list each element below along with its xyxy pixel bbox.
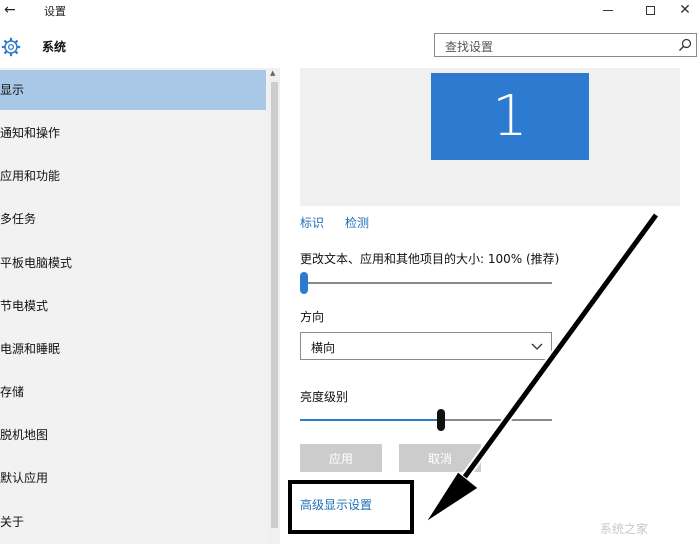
- apply-button[interactable]: 应用: [300, 444, 382, 472]
- sidebar-item-tablet-mode[interactable]: 平板电脑模式: [0, 243, 266, 283]
- close-icon: ✕: [679, 2, 691, 18]
- sidebar-item-multitasking[interactable]: 多任务: [0, 199, 266, 239]
- scale-slider-track[interactable]: [300, 282, 552, 284]
- search-icon[interactable]: [678, 38, 692, 52]
- cancel-button[interactable]: 取消: [399, 444, 481, 472]
- scroll-up-icon[interactable]: ▲: [270, 69, 275, 77]
- sidebar: 显示 通知和操作 应用和功能 多任务 平板电脑模式 节电模式 电源和睡眠 存储 …: [0, 68, 268, 544]
- search-input[interactable]: 查找设置: [434, 33, 697, 57]
- detect-link[interactable]: 检测: [345, 214, 369, 231]
- minimize-icon: [603, 9, 613, 11]
- page-title: 系统: [42, 40, 67, 54]
- title-bar: ← 设置 ✕: [0, 0, 700, 22]
- brightness-label: 亮度级别: [300, 390, 349, 404]
- brightness-slider-thumb[interactable]: [436, 409, 445, 431]
- sidebar-item-default-apps[interactable]: 默认应用: [0, 458, 266, 498]
- sidebar-item-offline-maps[interactable]: 脱机地图: [0, 415, 266, 455]
- sidebar-item-about[interactable]: 关于: [0, 502, 266, 542]
- gear-icon: [1, 37, 21, 57]
- brightness-slider-fill: [300, 419, 439, 421]
- orientation-select[interactable]: 横向: [300, 332, 552, 360]
- sidebar-item-power-sleep[interactable]: 电源和睡眠: [0, 329, 266, 369]
- sidebar-item-notifications[interactable]: 通知和操作: [0, 113, 266, 153]
- settings-header: 系统 查找设置: [0, 22, 700, 68]
- sidebar-scrollbar[interactable]: ▲: [268, 68, 280, 544]
- sidebar-item-display[interactable]: 显示: [0, 70, 266, 110]
- window-title: 设置: [44, 5, 66, 18]
- close-button[interactable]: ✕: [665, 0, 700, 20]
- identify-link[interactable]: 标识: [300, 214, 324, 231]
- sidebar-item-apps[interactable]: 应用和功能: [0, 156, 266, 196]
- advanced-display-settings-link[interactable]: 高级显示设置: [300, 496, 372, 513]
- minimize-button[interactable]: [588, 0, 628, 20]
- monitor-arrangement: 1: [300, 68, 680, 206]
- scale-slider-thumb[interactable]: [300, 272, 308, 294]
- sidebar-item-storage[interactable]: 存储: [0, 372, 266, 412]
- watermark: 系统之家: [600, 522, 649, 536]
- sidebar-item-battery-saver[interactable]: 节电模式: [0, 286, 266, 326]
- orientation-label: 方向: [300, 310, 325, 324]
- orientation-value: 横向: [311, 341, 336, 355]
- back-arrow-icon[interactable]: ←: [4, 1, 16, 19]
- monitor-tile[interactable]: 1: [431, 73, 589, 160]
- maximize-button[interactable]: [630, 0, 670, 20]
- scale-label: 更改文本、应用和其他项目的大小: 100% (推荐): [300, 252, 560, 266]
- chevron-down-icon: [531, 343, 543, 350]
- search-placeholder: 查找设置: [445, 40, 494, 54]
- scroll-thumb[interactable]: [271, 82, 278, 528]
- display-settings-panel: 1 标识 检测 更改文本、应用和其他项目的大小: 100% (推荐) 方向 横向…: [280, 68, 700, 544]
- maximize-icon: [645, 5, 655, 15]
